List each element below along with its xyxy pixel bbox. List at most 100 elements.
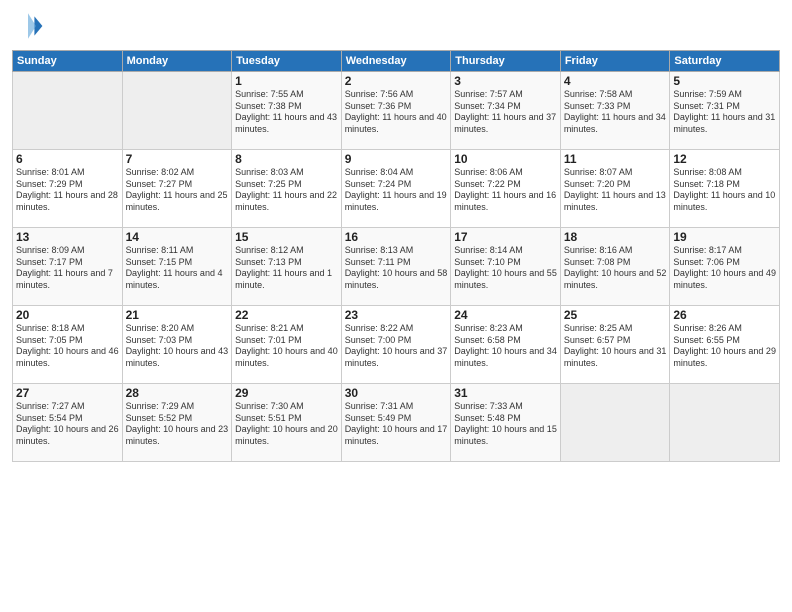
day-number: 27 (16, 386, 119, 400)
day-info: Sunrise: 8:03 AM Sunset: 7:25 PM Dayligh… (235, 167, 338, 214)
day-info: Sunrise: 8:13 AM Sunset: 7:11 PM Dayligh… (345, 245, 448, 292)
calendar-cell (13, 72, 123, 150)
calendar-cell: 9Sunrise: 8:04 AM Sunset: 7:24 PM Daylig… (341, 150, 451, 228)
day-info: Sunrise: 8:21 AM Sunset: 7:01 PM Dayligh… (235, 323, 338, 370)
day-number: 19 (673, 230, 776, 244)
day-number: 8 (235, 152, 338, 166)
day-number: 15 (235, 230, 338, 244)
calendar-cell: 20Sunrise: 8:18 AM Sunset: 7:05 PM Dayli… (13, 306, 123, 384)
day-info: Sunrise: 8:07 AM Sunset: 7:20 PM Dayligh… (564, 167, 667, 214)
day-number: 4 (564, 74, 667, 88)
calendar-cell: 23Sunrise: 8:22 AM Sunset: 7:00 PM Dayli… (341, 306, 451, 384)
day-number: 26 (673, 308, 776, 322)
calendar-cell: 10Sunrise: 8:06 AM Sunset: 7:22 PM Dayli… (451, 150, 561, 228)
day-info: Sunrise: 8:11 AM Sunset: 7:15 PM Dayligh… (126, 245, 229, 292)
calendar-cell: 7Sunrise: 8:02 AM Sunset: 7:27 PM Daylig… (122, 150, 232, 228)
calendar-cell: 3Sunrise: 7:57 AM Sunset: 7:34 PM Daylig… (451, 72, 561, 150)
day-info: Sunrise: 8:14 AM Sunset: 7:10 PM Dayligh… (454, 245, 557, 292)
day-info: Sunrise: 8:09 AM Sunset: 7:17 PM Dayligh… (16, 245, 119, 292)
calendar-week-2: 6Sunrise: 8:01 AM Sunset: 7:29 PM Daylig… (13, 150, 780, 228)
weekday-header-row: SundayMondayTuesdayWednesdayThursdayFrid… (13, 51, 780, 72)
calendar-cell: 24Sunrise: 8:23 AM Sunset: 6:58 PM Dayli… (451, 306, 561, 384)
day-number: 1 (235, 74, 338, 88)
calendar-cell: 26Sunrise: 8:26 AM Sunset: 6:55 PM Dayli… (670, 306, 780, 384)
day-info: Sunrise: 7:57 AM Sunset: 7:34 PM Dayligh… (454, 89, 557, 136)
day-info: Sunrise: 8:18 AM Sunset: 7:05 PM Dayligh… (16, 323, 119, 370)
calendar-cell: 19Sunrise: 8:17 AM Sunset: 7:06 PM Dayli… (670, 228, 780, 306)
day-number: 6 (16, 152, 119, 166)
day-info: Sunrise: 8:08 AM Sunset: 7:18 PM Dayligh… (673, 167, 776, 214)
day-info: Sunrise: 8:26 AM Sunset: 6:55 PM Dayligh… (673, 323, 776, 370)
day-number: 3 (454, 74, 557, 88)
day-info: Sunrise: 8:04 AM Sunset: 7:24 PM Dayligh… (345, 167, 448, 214)
calendar-cell (670, 384, 780, 462)
day-number: 11 (564, 152, 667, 166)
day-info: Sunrise: 7:30 AM Sunset: 5:51 PM Dayligh… (235, 401, 338, 448)
day-number: 13 (16, 230, 119, 244)
day-info: Sunrise: 8:20 AM Sunset: 7:03 PM Dayligh… (126, 323, 229, 370)
day-number: 14 (126, 230, 229, 244)
calendar-week-1: 1Sunrise: 7:55 AM Sunset: 7:38 PM Daylig… (13, 72, 780, 150)
calendar-cell: 21Sunrise: 8:20 AM Sunset: 7:03 PM Dayli… (122, 306, 232, 384)
day-info: Sunrise: 7:29 AM Sunset: 5:52 PM Dayligh… (126, 401, 229, 448)
calendar-week-3: 13Sunrise: 8:09 AM Sunset: 7:17 PM Dayli… (13, 228, 780, 306)
weekday-header-wednesday: Wednesday (341, 51, 451, 72)
weekday-header-saturday: Saturday (670, 51, 780, 72)
day-number: 18 (564, 230, 667, 244)
day-info: Sunrise: 8:01 AM Sunset: 7:29 PM Dayligh… (16, 167, 119, 214)
day-info: Sunrise: 7:56 AM Sunset: 7:36 PM Dayligh… (345, 89, 448, 136)
day-info: Sunrise: 7:27 AM Sunset: 5:54 PM Dayligh… (16, 401, 119, 448)
day-info: Sunrise: 7:55 AM Sunset: 7:38 PM Dayligh… (235, 89, 338, 136)
logo (12, 10, 48, 42)
weekday-header-thursday: Thursday (451, 51, 561, 72)
day-info: Sunrise: 8:25 AM Sunset: 6:57 PM Dayligh… (564, 323, 667, 370)
day-number: 17 (454, 230, 557, 244)
day-number: 9 (345, 152, 448, 166)
day-number: 20 (16, 308, 119, 322)
weekday-header-monday: Monday (122, 51, 232, 72)
calendar-cell: 29Sunrise: 7:30 AM Sunset: 5:51 PM Dayli… (232, 384, 342, 462)
calendar-cell: 27Sunrise: 7:27 AM Sunset: 5:54 PM Dayli… (13, 384, 123, 462)
day-info: Sunrise: 8:23 AM Sunset: 6:58 PM Dayligh… (454, 323, 557, 370)
day-info: Sunrise: 8:06 AM Sunset: 7:22 PM Dayligh… (454, 167, 557, 214)
calendar-week-5: 27Sunrise: 7:27 AM Sunset: 5:54 PM Dayli… (13, 384, 780, 462)
calendar-cell: 13Sunrise: 8:09 AM Sunset: 7:17 PM Dayli… (13, 228, 123, 306)
weekday-header-sunday: Sunday (13, 51, 123, 72)
calendar-cell: 4Sunrise: 7:58 AM Sunset: 7:33 PM Daylig… (560, 72, 670, 150)
calendar-cell: 11Sunrise: 8:07 AM Sunset: 7:20 PM Dayli… (560, 150, 670, 228)
calendar-cell (122, 72, 232, 150)
weekday-header-tuesday: Tuesday (232, 51, 342, 72)
day-info: Sunrise: 8:16 AM Sunset: 7:08 PM Dayligh… (564, 245, 667, 292)
calendar-cell: 12Sunrise: 8:08 AM Sunset: 7:18 PM Dayli… (670, 150, 780, 228)
calendar-cell: 31Sunrise: 7:33 AM Sunset: 5:48 PM Dayli… (451, 384, 561, 462)
weekday-header-friday: Friday (560, 51, 670, 72)
day-info: Sunrise: 7:58 AM Sunset: 7:33 PM Dayligh… (564, 89, 667, 136)
day-number: 2 (345, 74, 448, 88)
day-number: 31 (454, 386, 557, 400)
calendar-cell: 22Sunrise: 8:21 AM Sunset: 7:01 PM Dayli… (232, 306, 342, 384)
calendar-table: SundayMondayTuesdayWednesdayThursdayFrid… (12, 50, 780, 462)
calendar-cell: 28Sunrise: 7:29 AM Sunset: 5:52 PM Dayli… (122, 384, 232, 462)
calendar-cell: 30Sunrise: 7:31 AM Sunset: 5:49 PM Dayli… (341, 384, 451, 462)
calendar-cell: 6Sunrise: 8:01 AM Sunset: 7:29 PM Daylig… (13, 150, 123, 228)
calendar-cell: 17Sunrise: 8:14 AM Sunset: 7:10 PM Dayli… (451, 228, 561, 306)
calendar-cell: 1Sunrise: 7:55 AM Sunset: 7:38 PM Daylig… (232, 72, 342, 150)
page-container: SundayMondayTuesdayWednesdayThursdayFrid… (0, 0, 792, 472)
logo-icon (12, 10, 44, 42)
day-info: Sunrise: 7:33 AM Sunset: 5:48 PM Dayligh… (454, 401, 557, 448)
calendar-cell: 18Sunrise: 8:16 AM Sunset: 7:08 PM Dayli… (560, 228, 670, 306)
calendar-cell: 16Sunrise: 8:13 AM Sunset: 7:11 PM Dayli… (341, 228, 451, 306)
header (12, 10, 780, 42)
day-number: 16 (345, 230, 448, 244)
day-info: Sunrise: 8:12 AM Sunset: 7:13 PM Dayligh… (235, 245, 338, 292)
calendar-cell (560, 384, 670, 462)
day-number: 24 (454, 308, 557, 322)
calendar-cell: 14Sunrise: 8:11 AM Sunset: 7:15 PM Dayli… (122, 228, 232, 306)
calendar-week-4: 20Sunrise: 8:18 AM Sunset: 7:05 PM Dayli… (13, 306, 780, 384)
day-number: 28 (126, 386, 229, 400)
day-number: 30 (345, 386, 448, 400)
calendar-cell: 15Sunrise: 8:12 AM Sunset: 7:13 PM Dayli… (232, 228, 342, 306)
calendar-cell: 5Sunrise: 7:59 AM Sunset: 7:31 PM Daylig… (670, 72, 780, 150)
day-info: Sunrise: 8:22 AM Sunset: 7:00 PM Dayligh… (345, 323, 448, 370)
calendar-cell: 25Sunrise: 8:25 AM Sunset: 6:57 PM Dayli… (560, 306, 670, 384)
